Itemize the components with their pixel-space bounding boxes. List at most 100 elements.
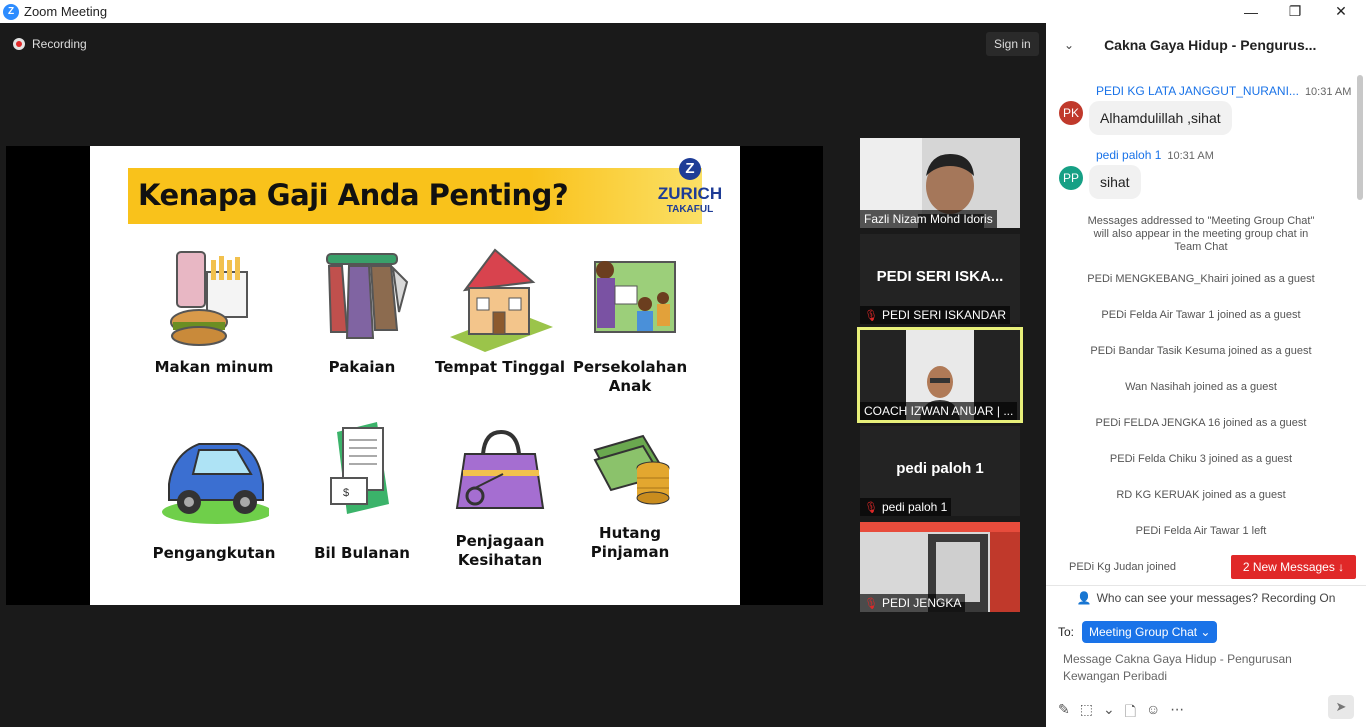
close-button[interactable]: ✕ <box>1318 0 1364 23</box>
join-event: Wan Nasihah joined as a guest <box>1125 381 1277 393</box>
slide-item-food: Makan minum <box>144 242 284 377</box>
slide-item-label: Hutang Pinjaman <box>590 524 670 561</box>
sign-in-button[interactable]: Sign in <box>986 32 1039 56</box>
presentation-slide: Kenapa Gaji Anda Penting? Z ZURICH TAKAF… <box>90 146 740 605</box>
mic-muted-icon: 🎙 <box>864 309 878 322</box>
participant-name-tag: 🎙 PEDI SERI ISKANDAR <box>860 306 1010 324</box>
avatar: PP <box>1059 166 1083 190</box>
recipient-row: To: Meeting Group Chat ⌄ <box>1058 621 1218 643</box>
window-title: Zoom Meeting <box>24 4 108 19</box>
medical-bag-icon <box>445 414 555 524</box>
system-notice: Messages addressed to "Meeting Group Cha… <box>1087 215 1315 253</box>
participant-tile[interactable]: 🎙 PEDI JENGKA <box>860 522 1020 612</box>
zurich-logo: Z ZURICH TAKAFUL <box>650 158 730 228</box>
slide-item-label: Pakaian <box>328 358 396 376</box>
format-icon[interactable]: ✎ <box>1058 701 1070 725</box>
participant-display-name: PEDI SERI ISKA... <box>876 268 1004 285</box>
new-messages-button[interactable]: 2 New Messages ↓ <box>1231 555 1356 579</box>
participant-name: Fazli Nizam Mohd Idoris <box>860 210 997 228</box>
recipient-dropdown[interactable]: Meeting Group Chat ⌄ <box>1082 621 1218 643</box>
file-icon[interactable]: 🗋 <box>1125 701 1136 725</box>
window-titlebar: Zoom Meeting — ❐ ✕ <box>0 0 1366 23</box>
avatar: PK <box>1059 101 1083 125</box>
slide-item-school: Persekolahan Anak <box>560 242 700 396</box>
slide-item-house: Tempat Tinggal <box>430 242 570 377</box>
more-icon[interactable]: ⋯ <box>1170 701 1184 725</box>
recording-label: Recording <box>32 37 87 51</box>
chevron-down-icon[interactable]: ⌄ <box>1064 38 1074 52</box>
minimize-button[interactable]: — <box>1228 0 1274 23</box>
mic-muted-icon: 🎙 <box>864 501 878 514</box>
chat-scrollbar[interactable] <box>1357 75 1363 200</box>
chat-message-list[interactable]: PK PEDI KG LATA JANGGUT_NURANI... 10:31 A… <box>1046 77 1356 587</box>
slide-item-label: Pengangkutan <box>152 544 276 562</box>
chat-visibility-notice[interactable]: 👤 Who can see your messages? Recording O… <box>1046 585 1366 609</box>
zurich-brand-name: ZURICH <box>657 184 723 203</box>
participant-name-tag: 🎙 pedi paloh 1 <box>860 498 952 516</box>
clothes-icon <box>307 242 417 352</box>
recording-indicator[interactable]: Recording <box>13 37 87 51</box>
slide-item-label: Bil Bulanan <box>314 544 410 562</box>
participant-name-tag: 🎙 PEDI JENGKA <box>860 594 966 612</box>
slide-title: Kenapa Gaji Anda Penting? <box>138 178 569 212</box>
participant-tile[interactable]: pedi paloh 1 🎙 pedi paloh 1 <box>860 426 1020 516</box>
participant-tile-active-speaker[interactable]: COACH IZWAN ANUAR | ... <box>857 327 1023 423</box>
slide-item-label: Penjagaan Kesihatan <box>455 532 545 569</box>
message-bubble: Alhamdulillah ,sihat <box>1089 101 1232 135</box>
mic-muted-icon: 🎙 <box>864 597 878 610</box>
chat-header: ⌄ Cakna Gaya Hidup - Pengurus... <box>1046 23 1366 67</box>
slide-item-label: Makan minum <box>154 358 274 376</box>
participant-name: pedi paloh 1 <box>881 500 948 514</box>
participant-name: PEDI SERI ISKANDAR <box>881 308 1006 322</box>
slide-item-debt: Hutang Pinjaman <box>560 414 700 562</box>
people-icon: 👤 <box>1076 590 1092 605</box>
join-event: PEDi Bandar Tasik Kesuma joined as a gue… <box>1090 345 1312 357</box>
food-icon <box>159 242 269 352</box>
zoom-logo-icon <box>3 3 19 20</box>
message-bubble: sihat <box>1089 165 1141 199</box>
message-time: 10:31 AM <box>1167 150 1214 162</box>
slide-title-banner: Kenapa Gaji Anda Penting? <box>128 168 702 224</box>
house-icon <box>445 242 555 352</box>
to-label: To: <box>1058 625 1075 639</box>
chat-message-input[interactable]: Message Cakna Gaya Hidup - Pengurusan Ke… <box>1063 651 1343 685</box>
school-icon <box>575 242 685 352</box>
chevron-down-icon[interactable]: ⌄ <box>1103 701 1115 725</box>
join-event: PEDi MENGKEBANG_Khairi joined as a guest <box>1087 273 1315 285</box>
participant-name: PEDI JENGKA <box>881 596 962 610</box>
slide-item-transport: Pengangkutan <box>144 414 284 563</box>
visibility-text: Who can see your messages? Recording On <box>1096 590 1336 605</box>
bills-icon: $ <box>307 414 417 524</box>
emoji-icon[interactable]: ☺ <box>1146 701 1160 725</box>
join-event: RD KG KERUAK joined as a guest <box>1116 489 1286 501</box>
record-icon <box>13 38 25 50</box>
slide-item-label: Tempat Tinggal <box>434 358 566 376</box>
join-event: PEDi Felda Air Tawar 1 joined as a guest <box>1101 309 1301 321</box>
join-event: PEDi Felda Chiku 3 joined as a guest <box>1109 453 1293 465</box>
slide-item-bills: $ Bil Bulanan <box>292 414 432 563</box>
slide-item-label: Persekolahan Anak <box>572 358 688 395</box>
zurich-mark-icon: Z <box>679 158 701 180</box>
chat-toolbar: ✎ ⬚ ⌄ 🗋 ☺ ⋯ <box>1058 701 1184 725</box>
chat-title: Cakna Gaya Hidup - Pengurus... <box>1104 37 1317 53</box>
participant-tile[interactable]: PEDI SERI ISKA... 🎙 PEDI SERI ISKANDAR <box>860 234 1020 324</box>
join-event: PEDi FELDA JENGKA 16 joined as a guest <box>1095 417 1307 429</box>
meeting-stage: Recording Sign in Kenapa Gaji Anda Penti… <box>0 23 1046 727</box>
leave-event: PEDi Felda Air Tawar 1 left <box>1135 525 1267 537</box>
slide-item-clothes: Pakaian <box>292 242 432 377</box>
participant-name: COACH IZWAN ANUAR | ... <box>860 402 1018 420</box>
svg-text:$: $ <box>343 487 349 499</box>
chat-panel: ⌄ Cakna Gaya Hidup - Pengurus... PK PEDI… <box>1046 23 1366 727</box>
shared-screen: Kenapa Gaji Anda Penting? Z ZURICH TAKAF… <box>6 146 823 605</box>
screenshot-icon[interactable]: ⬚ <box>1080 701 1093 725</box>
sender-name: pedi paloh 1 <box>1096 148 1162 162</box>
sender-name: PEDI KG LATA JANGGUT_NURANI... <box>1096 84 1299 98</box>
message-sender[interactable]: pedi paloh 1 10:31 AM <box>1096 148 1214 162</box>
participant-tile[interactable]: Fazli Nizam Mohd Idoris <box>860 138 1020 228</box>
message-sender[interactable]: PEDI KG LATA JANGGUT_NURANI... 10:31 AM <box>1096 84 1351 98</box>
send-button[interactable]: ➤ <box>1328 695 1354 719</box>
maximize-button[interactable]: ❐ <box>1272 0 1318 23</box>
message-time: 10:31 AM <box>1304 86 1352 98</box>
money-icon <box>575 414 685 524</box>
zurich-brand-sub: TAKAFUL <box>666 204 714 215</box>
